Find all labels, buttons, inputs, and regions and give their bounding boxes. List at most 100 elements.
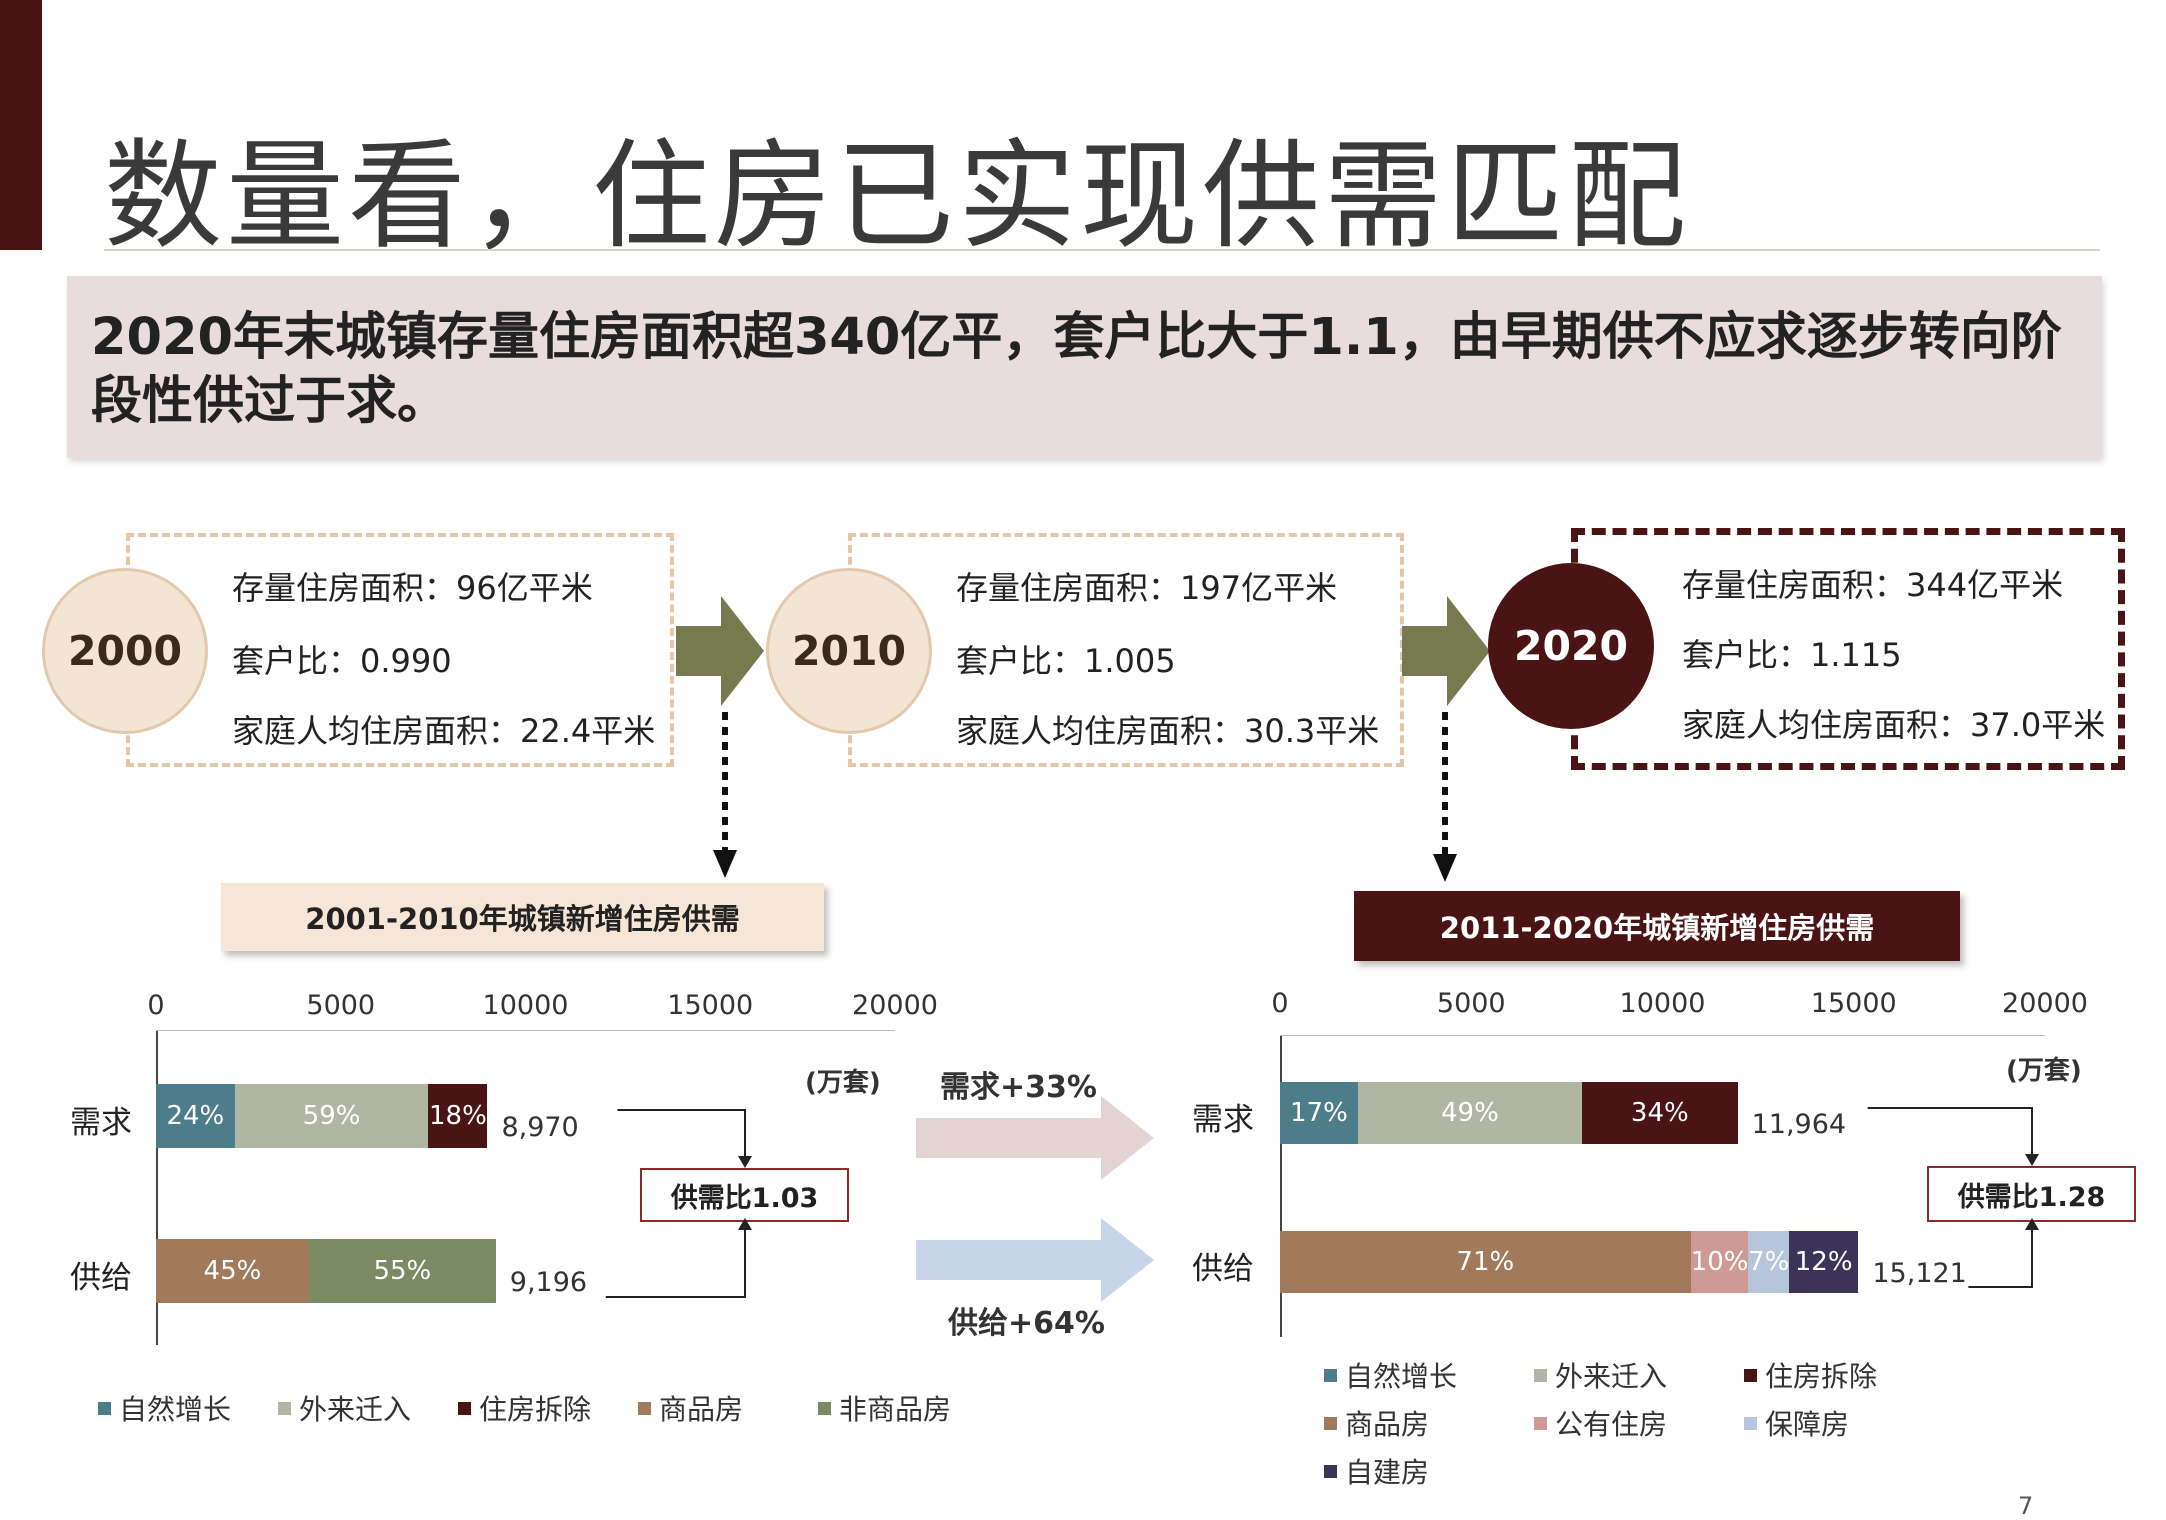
chart-legend: 自然增长 外来迁入 住房拆除商品房 公有住房 保障房自建房 xyxy=(1324,1355,2104,1491)
legend-label: 商品房 xyxy=(1345,1408,1430,1441)
stacked-bar: 24% 59% 18% xyxy=(156,1084,488,1148)
bar-segment: 55% xyxy=(308,1239,496,1303)
milestone-area-2000: 家庭人均住房面积：22.4平米 xyxy=(232,712,656,750)
bar-segment: 45% xyxy=(156,1239,309,1303)
legend-label: 公有住房 xyxy=(1555,1408,1668,1441)
banner-2001-2010: 2001-2010年城镇新增住房供需 xyxy=(221,883,824,951)
legend-item: 住房拆除 xyxy=(1744,1355,1954,1395)
legend-label: 保障房 xyxy=(1765,1408,1850,1441)
milestone-ratio-2010: 套户比：1.005 xyxy=(956,642,1176,680)
bar-segment: 17% xyxy=(1280,1082,1358,1144)
tick-label: 0 xyxy=(1271,988,1289,1019)
stacked-bar: 45% 55% xyxy=(156,1239,496,1303)
legend-label: 商品房 xyxy=(659,1393,744,1426)
total-label: 15,121 xyxy=(1872,1258,1967,1289)
page-title: 数量看，住房已实现供需匹配 xyxy=(104,127,1691,265)
tick-label: 20000 xyxy=(2002,988,2088,1019)
milestone-stock-2020: 存量住房面积：344亿平米 xyxy=(1682,566,2064,604)
legend-swatch xyxy=(1744,1368,1757,1382)
legend-label: 外来迁入 xyxy=(299,1393,412,1426)
legend-item: 非商品房 xyxy=(818,1388,998,1428)
legend-swatch xyxy=(98,1401,111,1415)
legend-item: 自然增长 xyxy=(1324,1355,1534,1395)
milestone-ratio-2020: 套户比：1.115 xyxy=(1682,636,1902,674)
legend-item: 公有住房 xyxy=(1534,1403,1744,1443)
tick-label: 15000 xyxy=(1810,988,1897,1019)
row-label: 供给 xyxy=(70,1260,132,1296)
legend-label: 住房拆除 xyxy=(479,1393,592,1426)
legend-item: 商品房 xyxy=(638,1388,818,1428)
arrow-right-icon xyxy=(916,1218,1154,1302)
summary-box: 2020年末城镇存量住房面积超340亿平，套户比大于1.1，由早期供不应求逐步转… xyxy=(67,276,2102,458)
legend-swatch xyxy=(1324,1464,1337,1478)
legend-swatch xyxy=(1534,1416,1547,1430)
bar-segment: 18% xyxy=(428,1084,488,1148)
milestone-stock-2010: 存量住房面积：197亿平米 xyxy=(956,569,1338,607)
bar-segment: 7% xyxy=(1748,1231,1789,1293)
dotted-arrow-down-icon xyxy=(713,712,737,878)
milestone-ratio-2000: 套户比：0.990 xyxy=(232,642,452,680)
tick-label: 5000 xyxy=(1436,988,1506,1019)
milestone-year-2020: 2020 xyxy=(1488,563,1654,729)
bar-segment: 71% xyxy=(1280,1231,1691,1293)
legend-label: 自建房 xyxy=(1345,1456,1430,1489)
legend-item: 外来迁入 xyxy=(278,1388,458,1428)
title-divider xyxy=(104,249,2100,251)
arrow-right-icon xyxy=(676,596,764,706)
side-accent-bar xyxy=(0,0,42,250)
bar-segment: 49% xyxy=(1357,1082,1583,1144)
total-label: 9,196 xyxy=(509,1267,588,1298)
legend-label: 自然增长 xyxy=(1345,1360,1458,1393)
legend-swatch xyxy=(1744,1416,1757,1430)
supply-demand-ratio-box: 供需比1.28 xyxy=(1927,1166,2136,1222)
total-label: 11,964 xyxy=(1751,1109,1847,1140)
bar-segment: 34% xyxy=(1582,1082,1738,1144)
axis-top-line xyxy=(156,1030,895,1031)
total-label: 8,970 xyxy=(501,1112,579,1143)
legend-item: 自然增长 xyxy=(98,1388,278,1428)
legend-item: 住房拆除 xyxy=(458,1388,638,1428)
tick-label: 15000 xyxy=(667,990,754,1021)
unit-label: (万套) xyxy=(2006,1056,2082,1086)
stacked-bar: 71% 10% 7% 12% xyxy=(1280,1231,1859,1293)
milestone-area-2010: 家庭人均住房面积：30.3平米 xyxy=(956,712,1380,750)
legend-swatch xyxy=(1324,1368,1337,1382)
milestone-stock-2000: 存量住房面积：96亿平米 xyxy=(232,569,593,607)
legend-label: 住房拆除 xyxy=(1765,1360,1878,1393)
arrow-right-icon xyxy=(1402,596,1490,706)
row-label: 供给 xyxy=(1192,1251,1254,1287)
legend-item: 保障房 xyxy=(1744,1403,1954,1443)
tick-label: 10000 xyxy=(1619,988,1706,1019)
arrow-right-icon xyxy=(916,1096,1154,1180)
chart-legend: 自然增长 外来迁入 住房拆除 商品房 非商品房 xyxy=(98,1388,998,1428)
legend-swatch xyxy=(638,1401,651,1415)
supply-demand-ratio-box: 供需比1.03 xyxy=(640,1168,849,1222)
legend-swatch xyxy=(278,1401,291,1415)
row-label: 需求 xyxy=(70,1105,132,1141)
dotted-arrow-down-icon xyxy=(1433,712,1457,882)
legend-item: 外来迁入 xyxy=(1534,1355,1744,1395)
legend-swatch xyxy=(818,1401,831,1415)
unit-label: (万套) xyxy=(805,1068,881,1098)
legend-swatch xyxy=(458,1401,471,1415)
legend-swatch xyxy=(1324,1416,1337,1430)
bar-segment: 59% xyxy=(234,1084,429,1148)
banner-2011-2020: 2011-2020年城镇新增住房供需 xyxy=(1354,891,1960,961)
legend-swatch xyxy=(1534,1368,1547,1382)
summary-text: 2020年末城镇存量住房面积超340亿平，套户比大于1.1，由早期供不应求逐步转… xyxy=(91,308,2062,431)
bar-segment: 24% xyxy=(156,1084,235,1148)
bar-segment: 12% xyxy=(1788,1231,1859,1293)
tick-label: 20000 xyxy=(852,990,938,1021)
milestone-area-2020: 家庭人均住房面积：37.0平米 xyxy=(1682,706,2106,744)
legend-label: 外来迁入 xyxy=(1555,1360,1668,1393)
page-number: 7 xyxy=(2018,1492,2034,1520)
milestone-year-2010: 2010 xyxy=(766,568,932,734)
bar-segment: 10% xyxy=(1690,1231,1749,1293)
tick-label: 5000 xyxy=(306,990,376,1021)
legend-item: 自建房 xyxy=(1324,1451,1534,1491)
milestone-year-2000: 2000 xyxy=(42,568,208,734)
legend-label: 自然增长 xyxy=(119,1393,232,1426)
tick-label: 10000 xyxy=(482,990,569,1021)
tick-label: 0 xyxy=(147,990,165,1021)
legend-label: 非商品房 xyxy=(839,1393,952,1426)
